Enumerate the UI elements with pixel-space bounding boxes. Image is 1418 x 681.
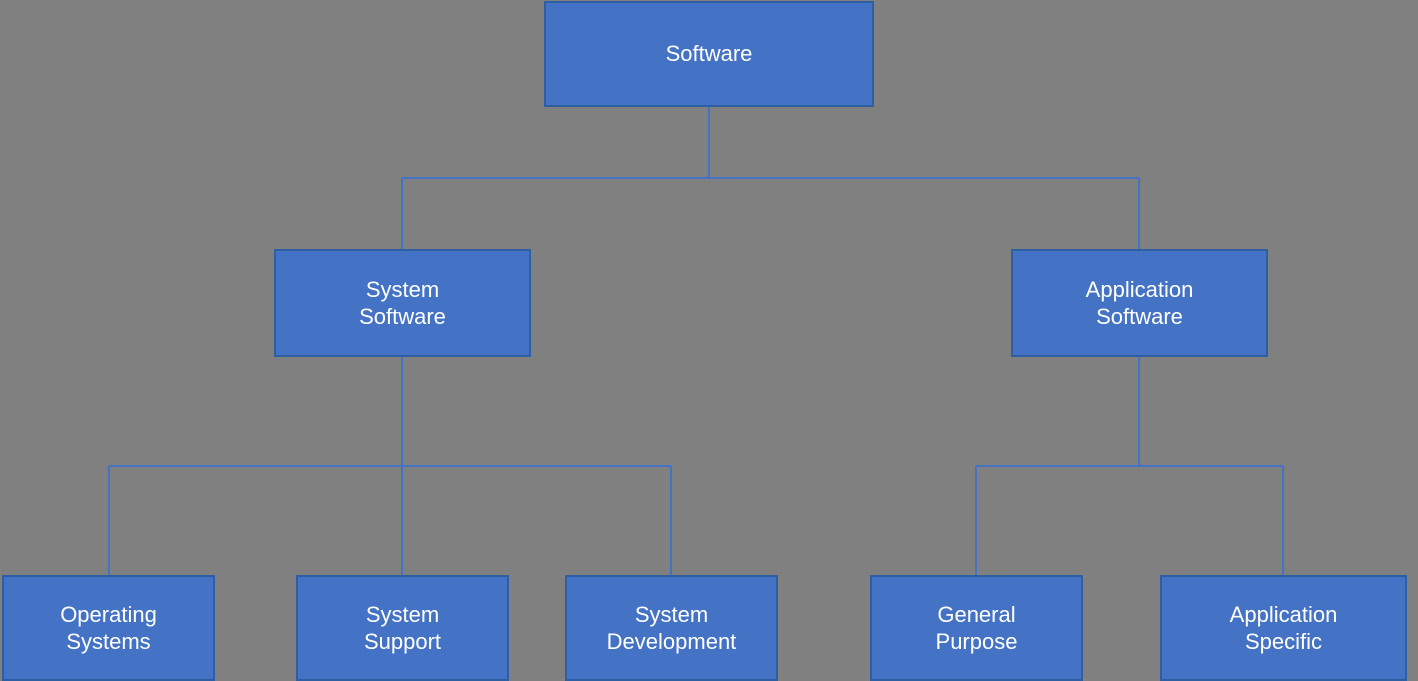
diagram-container: Software SystemSoftware ApplicationSoftw… [0, 0, 1418, 681]
system-support-label: SystemSupport [364, 601, 441, 656]
general-purpose-label: GeneralPurpose [936, 601, 1018, 656]
operating-systems-label: OperatingSystems [60, 601, 157, 656]
system-software-node: SystemSoftware [274, 249, 531, 357]
application-specific-label: ApplicationSpecific [1230, 601, 1338, 656]
application-software-label: ApplicationSoftware [1086, 276, 1194, 331]
application-specific-node: ApplicationSpecific [1160, 575, 1407, 681]
software-node: Software [544, 1, 874, 107]
system-development-node: SystemDevelopment [565, 575, 778, 681]
application-software-node: ApplicationSoftware [1011, 249, 1268, 357]
general-purpose-node: GeneralPurpose [870, 575, 1083, 681]
system-software-label: SystemSoftware [359, 276, 446, 331]
software-label: Software [666, 40, 753, 68]
system-support-node: SystemSupport [296, 575, 509, 681]
system-development-label: SystemDevelopment [607, 601, 737, 656]
operating-systems-node: OperatingSystems [2, 575, 215, 681]
